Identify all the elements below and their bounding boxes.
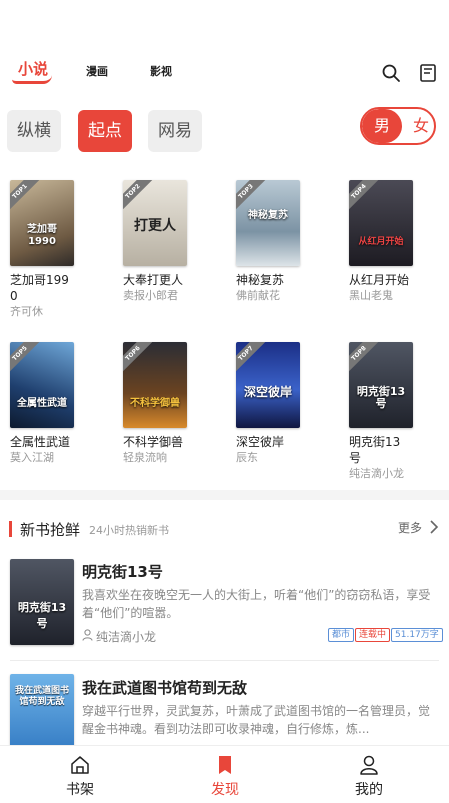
tab-video[interactable]: 影视 [150, 63, 172, 79]
user-icon [360, 755, 378, 775]
bottom-tab-mine[interactable]: 我的 [329, 746, 409, 803]
book-description: 我喜欢坐在夜晚空无一人的大街上，听着“他们”的窃窃私语，享受着“他们”的喧嚣。 [82, 588, 431, 620]
book-cover: TOP7 深空彼岸 [236, 342, 300, 428]
search-icon[interactable] [381, 63, 401, 83]
book-title: 我在武道图书馆苟到无敌 [82, 679, 248, 697]
bottom-tab-label: 我的 [355, 782, 383, 798]
rank-ribbon: TOP8 [349, 342, 380, 375]
top-nav: 小说 漫画 影视 [0, 52, 449, 92]
wordcount-tag: 51.17万字 [391, 628, 443, 642]
ranking-book[interactable]: TOP8 明克街13号 明克街13号 纯洁滴小龙 [349, 342, 449, 482]
bottom-tab-label: 书架 [66, 782, 94, 798]
rank-ribbon: TOP5 [10, 342, 41, 375]
book-author: 莫入江湖 [10, 451, 54, 464]
bottom-tab-label: 发现 [211, 782, 239, 798]
author-icon [82, 629, 93, 641]
cover-title: 全属性武道 [17, 398, 67, 409]
ranking-book[interactable]: TOP1 芝加哥1990 芝加哥1990 齐可休 [10, 180, 115, 320]
book-cover: TOP6 不科学御兽 [123, 342, 187, 428]
ranking-book[interactable]: TOP7 深空彼岸 深空彼岸 辰东 [236, 342, 341, 466]
more-link[interactable]: 更多 [398, 519, 422, 536]
book-author: 纯洁滴小龙 [349, 467, 404, 480]
ranking-book[interactable]: TOP5 全属性武道 全属性武道 莫入江湖 [10, 342, 115, 466]
tab-novel[interactable]: 小说 [12, 58, 52, 84]
book-cover: TOP1 芝加哥1990 [10, 180, 74, 266]
cover-title: 明克街13号 [356, 385, 406, 410]
book-title: 神秘复苏 [236, 273, 285, 287]
book-cover: TOP5 全属性武道 [10, 342, 74, 428]
gender-male-option[interactable]: 男 [362, 109, 402, 143]
rank-ribbon: TOP1 [10, 180, 41, 213]
bottom-tab-discover[interactable]: 发现 [185, 746, 265, 803]
book-author: 佛前献花 [236, 289, 280, 302]
cover-title: 明克街13号 [17, 601, 67, 630]
book-cover: TOP3 神秘复苏 [236, 180, 300, 266]
bookmark-icon [219, 756, 231, 774]
book-title: 芝加哥1990 [10, 273, 69, 303]
book-description: 穿越平行世界，灵武复苏，叶萧成了武道图书馆的一名管理员，觉醒金书神魂。看到功法即… [82, 704, 431, 736]
status-tag: 连载中 [355, 628, 391, 642]
home-icon [71, 756, 89, 774]
book-title: 不科学御兽 [123, 435, 184, 449]
book-title: 深空彼岸 [236, 435, 285, 449]
gender-toggle[interactable]: 男 女 [360, 107, 436, 145]
bottom-nav: 书架 发现 我的 [0, 745, 449, 803]
book-cover: 明克街13号 [10, 559, 74, 645]
rank-ribbon: TOP2 [123, 180, 154, 213]
active-tab-indicator [12, 75, 52, 84]
cover-title: 神秘复苏 [248, 210, 288, 221]
book-author: 齐可休 [10, 305, 43, 318]
list-separator [10, 660, 439, 661]
cover-title: 深空彼岸 [243, 385, 292, 399]
cover-title: 打更人 [134, 218, 176, 234]
source-zongheng-button[interactable]: 纵横 [7, 110, 61, 152]
book-title: 全属性武道 [10, 435, 71, 449]
book-title: 大奉打更人 [123, 273, 184, 287]
source-qidian-button[interactable]: 起点 [78, 110, 132, 152]
rank-ribbon: TOP3 [236, 180, 267, 213]
book-author: 纯洁滴小龙 [96, 630, 157, 644]
book-author: 黑山老鬼 [349, 289, 393, 302]
bookshelf-history-icon[interactable] [418, 63, 438, 83]
cover-title: 从红月开始 [358, 237, 404, 247]
book-title: 明克街13号 [82, 563, 163, 581]
bottom-tab-bookshelf[interactable]: 书架 [40, 746, 120, 803]
cover-title: 我在武道图书馆苟到无敌 [14, 686, 69, 707]
rank-ribbon: TOP6 [123, 342, 154, 375]
tab-comic[interactable]: 漫画 [86, 63, 108, 79]
ranking-book[interactable]: TOP6 不科学御兽 不科学御兽 轻泉流响 [123, 342, 228, 466]
book-cover: TOP4 从红月开始 [349, 180, 413, 266]
section-subtitle: 24小时热销新书 [89, 524, 169, 537]
book-author: 轻泉流响 [123, 451, 167, 464]
book-author: 辰东 [236, 451, 258, 464]
rank-ribbon: TOP7 [236, 342, 267, 375]
genre-tag: 都市 [328, 628, 355, 642]
ranking-book[interactable]: TOP4 从红月开始 从红月开始 黑山老鬼 [349, 180, 449, 304]
ranking-book[interactable]: TOP3 神秘复苏 神秘复苏 佛前献花 [236, 180, 341, 304]
source-netease-button[interactable]: 网易 [148, 110, 202, 152]
book-author: 卖报小郎君 [123, 289, 178, 302]
book-title: 从红月开始 [349, 273, 410, 287]
section-title: 新书抢鲜 [20, 521, 81, 539]
cover-title: 不科学御兽 [130, 398, 180, 409]
ranking-book[interactable]: TOP2 打更人 大奉打更人 卖报小郎君 [123, 180, 228, 304]
cover-title: 芝加哥1990 [27, 224, 57, 247]
book-cover: TOP8 明克街13号 [349, 342, 413, 428]
gender-female-option[interactable]: 女 [408, 109, 434, 143]
section-divider [0, 490, 449, 500]
book-title: 明克街13号 [349, 435, 401, 465]
section-accent-bar [9, 521, 12, 537]
chevron-right-icon[interactable] [428, 518, 440, 536]
rank-ribbon: TOP4 [349, 180, 380, 213]
book-cover: TOP2 打更人 [123, 180, 187, 266]
